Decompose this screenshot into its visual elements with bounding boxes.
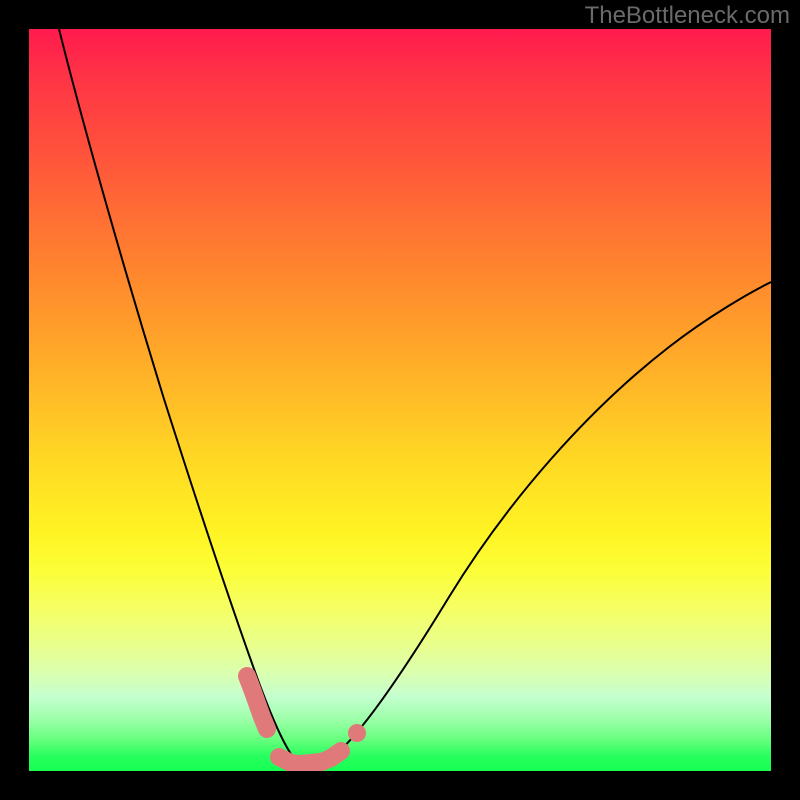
chart-frame: TheBottleneck.com xyxy=(0,0,800,800)
bottleneck-curve-svg xyxy=(29,29,771,771)
plot-area xyxy=(29,29,771,771)
marker-left-arm xyxy=(247,676,267,729)
marker-bottom xyxy=(279,751,341,765)
bottleneck-curve xyxy=(59,29,771,766)
watermark-text: TheBottleneck.com xyxy=(585,2,790,30)
marker-right-dot xyxy=(348,724,366,742)
marker-cluster xyxy=(247,676,366,765)
